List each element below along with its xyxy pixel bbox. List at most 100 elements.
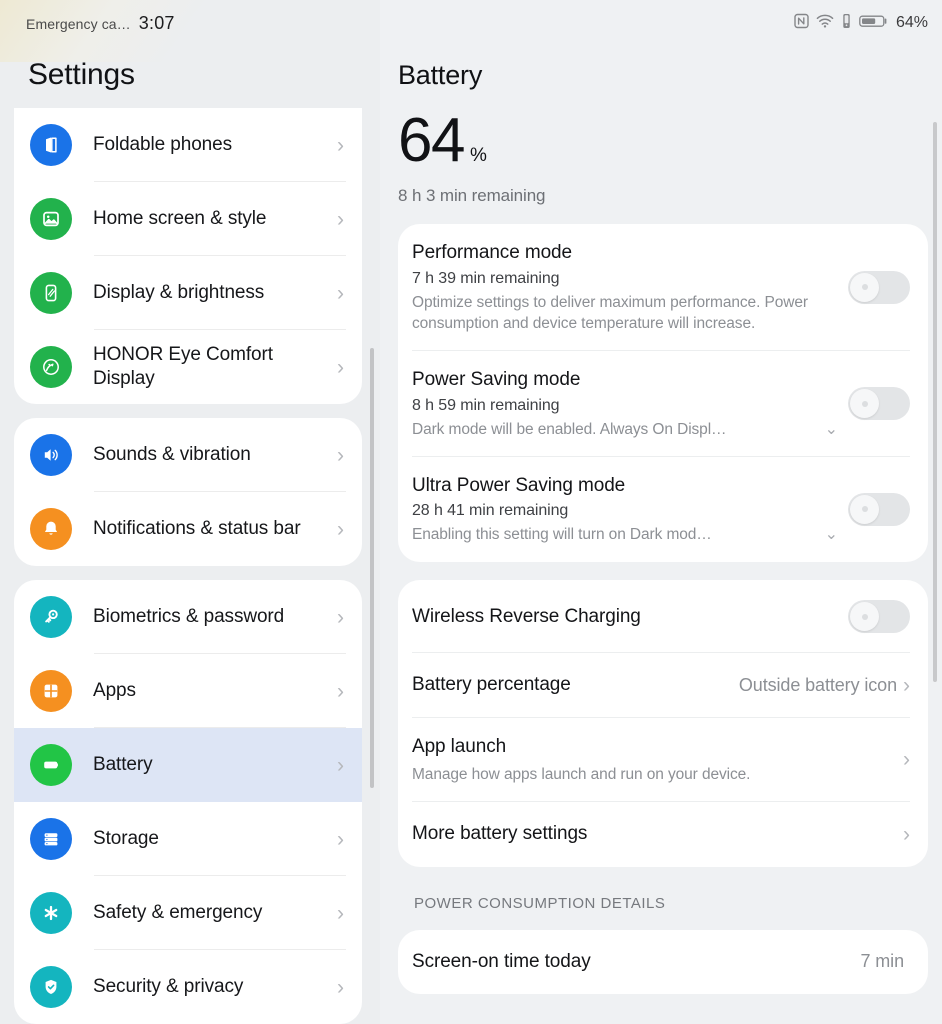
- row-text-block: Wireless Reverse Charging: [412, 605, 848, 630]
- chevron-right-icon: ›: [337, 901, 344, 925]
- battery-settings-card: Wireless Reverse Charging Battery percen…: [398, 580, 928, 867]
- performance-mode-toggle[interactable]: [848, 270, 910, 304]
- sidebar-scrollbar[interactable]: [370, 348, 374, 788]
- row-description: Enabling this setting will turn on Dark …: [412, 526, 712, 544]
- chevron-down-icon[interactable]: ⌄: [825, 527, 838, 543]
- row-text-block: Ultra Power Saving mode 28 h 41 min rema…: [412, 474, 848, 546]
- sidebar-item-label: Home screen & style: [93, 208, 267, 230]
- row-screen-on-time-today[interactable]: Screen-on time today 7 min: [398, 930, 928, 995]
- chevron-right-icon: ›: [337, 827, 344, 851]
- toggle-knob: [850, 389, 879, 419]
- battery-modes-card: Performance mode 7 h 39 min remaining Op…: [398, 224, 928, 563]
- battery-level-display: 64 %: [398, 110, 928, 172]
- sidebar-item-label: Biometrics & password: [93, 606, 285, 628]
- sidebar-item-label: Apps: [93, 680, 136, 702]
- row-description-expandable[interactable]: Enabling this setting will turn on Dark …: [412, 524, 838, 545]
- row-app-launch[interactable]: App launch Manage how apps launch and ru…: [398, 718, 928, 802]
- image-icon: [30, 198, 72, 240]
- sidebar-item-security-privacy[interactable]: Security & privacy ›: [14, 950, 362, 1024]
- toggle-knob: [850, 494, 879, 524]
- chevron-right-icon: ›: [337, 207, 344, 231]
- row-description-expandable[interactable]: Dark mode will be enabled. Always On Dis…: [412, 419, 838, 440]
- row-value: Outside battery icon: [738, 675, 897, 696]
- row-title: More battery settings: [412, 822, 588, 844]
- sidebar-item-sounds-vibration[interactable]: Sounds & vibration ›: [14, 418, 362, 492]
- main-scrollbar[interactable]: [933, 122, 937, 682]
- chevron-right-icon: ›: [337, 975, 344, 999]
- row-description: Dark mode will be enabled. Always On Dis…: [412, 420, 727, 438]
- chevron-right-icon: ›: [903, 748, 910, 772]
- row-performance-mode[interactable]: Performance mode 7 h 39 min remaining Op…: [398, 224, 928, 351]
- sidebar-item-label: Battery: [93, 754, 153, 776]
- chevron-right-icon: ›: [337, 605, 344, 629]
- sidebar-item-safety-emergency[interactable]: Safety & emergency ›: [14, 876, 362, 950]
- ultra-power-saving-mode-toggle[interactable]: [848, 492, 910, 526]
- sidebar-item-foldable-phones[interactable]: Foldable phones ›: [14, 108, 362, 182]
- wireless-reverse-charging-toggle[interactable]: [848, 600, 910, 634]
- sidebar-group-sounds: Sounds & vibration › Notifications & sta…: [14, 418, 362, 566]
- chevron-right-icon: ›: [337, 753, 344, 777]
- row-remaining: 28 h 41 min remaining: [412, 502, 569, 520]
- row-remaining: 8 h 59 min remaining: [412, 396, 560, 414]
- row-text-block: More battery settings: [412, 822, 903, 847]
- chevron-right-icon: ›: [337, 679, 344, 703]
- section-header-power-consumption: POWER CONSUMPTION DETAILS: [414, 894, 666, 912]
- row-wireless-reverse-charging[interactable]: Wireless Reverse Charging: [398, 580, 928, 654]
- display-brightness-icon: [30, 272, 72, 314]
- bell-icon: [30, 508, 72, 550]
- toggle-knob: [850, 602, 879, 632]
- sidebar-item-storage[interactable]: Storage ›: [14, 802, 362, 876]
- battery-detail-panel: Battery 64 % 8 h 3 min remaining Perform…: [380, 0, 942, 1024]
- sidebar-item-biometrics-password[interactable]: Biometrics & password ›: [14, 580, 362, 654]
- row-description: Optimize settings to deliver maximum per…: [412, 293, 808, 332]
- sidebar-item-notifications-status-bar[interactable]: Notifications & status bar ›: [14, 492, 362, 566]
- chevron-down-icon[interactable]: ⌄: [825, 421, 838, 438]
- battery-level-unit: %: [469, 145, 487, 166]
- sidebar-item-honor-eye-comfort-display[interactable]: HONOR Eye Comfort Display ›: [14, 330, 362, 404]
- apps-grid-icon: [30, 670, 72, 712]
- sidebar-item-display-brightness[interactable]: Display & brightness ›: [14, 256, 362, 330]
- sidebar-group-display: Foldable phones › Home screen & style ›: [14, 108, 362, 404]
- row-more-battery-settings[interactable]: More battery settings ›: [398, 802, 928, 867]
- sidebar-item-label: Sounds & vibration: [93, 444, 251, 466]
- chevron-right-icon: ›: [903, 674, 910, 698]
- row-text-block: Performance mode 7 h 39 min remaining Op…: [412, 241, 848, 334]
- row-text-block: Screen-on time today: [412, 950, 860, 975]
- battery-remaining-label: 8 h 3 min remaining: [398, 186, 546, 205]
- row-title: Ultra Power Saving mode: [412, 474, 626, 496]
- sidebar-item-apps[interactable]: Apps ›: [14, 654, 362, 728]
- page-title: Battery: [398, 60, 483, 90]
- sidebar-title: Settings: [28, 58, 135, 91]
- settings-app-window: Emergency ca… 3:07 64% Settings Foldable…: [0, 0, 942, 1024]
- sidebar-item-label: Display & brightness: [93, 282, 265, 304]
- battery-scroll-area[interactable]: 64 % 8 h 3 min remaining Performance mod…: [380, 104, 942, 1024]
- sidebar-item-label: Notifications & status bar: [93, 518, 301, 540]
- sidebar-item-label: Security & privacy: [93, 976, 244, 998]
- chevron-right-icon: ›: [337, 355, 344, 379]
- sidebar-item-label: HONOR Eye Comfort Display: [93, 344, 273, 389]
- toggle-knob: [850, 272, 879, 302]
- sidebar-item-label: Safety & emergency: [93, 902, 263, 924]
- power-consumption-card: Screen-on time today 7 min: [398, 929, 928, 995]
- sidebar-item-label: Foldable phones: [93, 134, 232, 156]
- row-power-saving-mode[interactable]: Power Saving mode 8 h 59 min remaining D…: [398, 351, 928, 457]
- sidebar-scroll-area[interactable]: Foldable phones › Home screen & style ›: [0, 108, 380, 1024]
- row-title: Power Saving mode: [412, 368, 581, 390]
- sidebar-item-label: Storage: [93, 828, 159, 850]
- row-title: Wireless Reverse Charging: [412, 605, 641, 627]
- settings-sidebar: Settings Foldable phones › Home screen &…: [0, 0, 380, 1024]
- power-saving-mode-toggle[interactable]: [848, 387, 910, 421]
- sidebar-item-battery[interactable]: Battery ›: [14, 728, 362, 802]
- sidebar-item-home-screen-style[interactable]: Home screen & style ›: [14, 182, 362, 256]
- row-text-block: Power Saving mode 8 h 59 min remaining D…: [412, 368, 848, 440]
- chevron-right-icon: ›: [337, 517, 344, 541]
- row-battery-percentage[interactable]: Battery percentage Outside battery icon …: [398, 653, 928, 719]
- asterisk-icon: [30, 892, 72, 934]
- row-ultra-power-saving-mode[interactable]: Ultra Power Saving mode 28 h 41 min rema…: [398, 457, 928, 563]
- row-title: Performance mode: [412, 242, 572, 263]
- foldable-phone-icon: [30, 124, 72, 166]
- row-title: Screen-on time today: [412, 950, 591, 972]
- chevron-right-icon: ›: [337, 133, 344, 157]
- row-title: App launch: [412, 736, 507, 758]
- shield-check-icon: [30, 966, 72, 1008]
